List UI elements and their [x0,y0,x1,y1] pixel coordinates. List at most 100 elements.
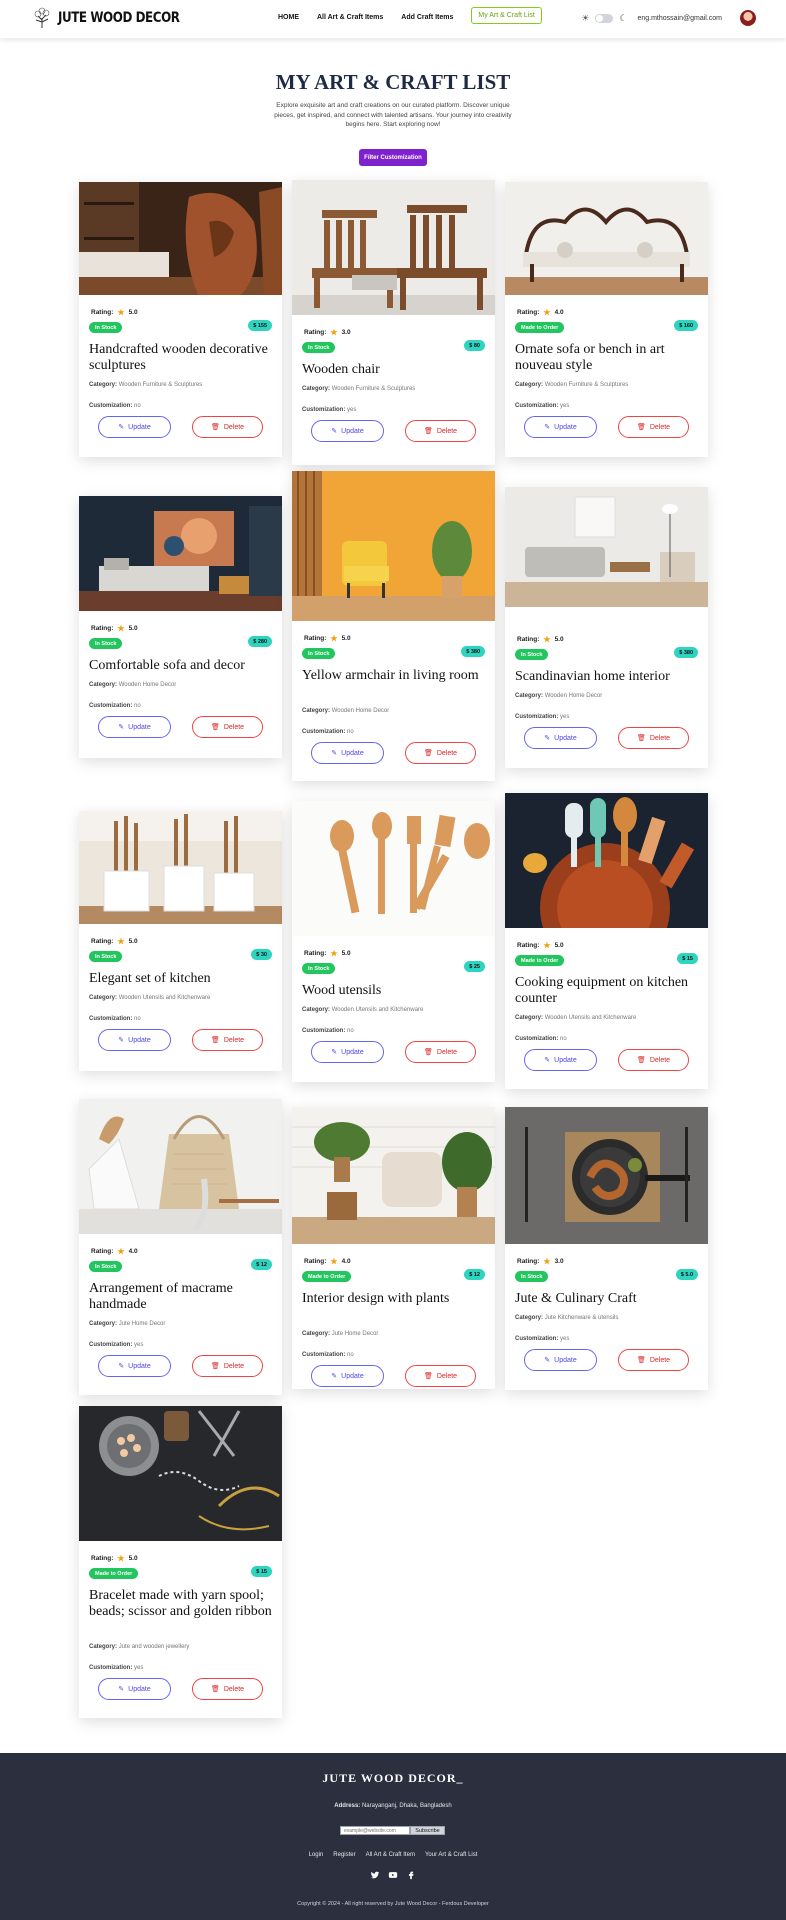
delete-button[interactable]: 🗑 Delete [405,1041,476,1063]
customization-label: Customization: [302,729,346,735]
card-title: Cooking equipment on kitchen counter [515,975,689,1006]
card-title: Arrangement of macrame handmade [89,1281,233,1312]
rating-value: 5.0 [128,625,138,632]
brand-logo[interactable]: JUTE WOOD DECOR [30,6,201,30]
rating-label: Rating: [517,636,540,643]
card-title: Handcrafted wooden decorative sculptures [89,342,268,373]
card-title: Ornate sofa or bench in art nouveau styl… [515,342,665,373]
update-button[interactable]: ✎ Update [98,1355,171,1377]
delete-button[interactable]: 🗑 Delete [618,1049,689,1071]
yellow-armchair-photo [292,471,495,621]
update-button[interactable]: ✎ Update [98,716,171,738]
update-button[interactable]: ✎ Update [524,416,597,438]
stock-status-badge: In Stock [89,951,123,962]
customization-line: Customization: no [515,1036,700,1042]
sculpture-photo [79,182,282,295]
update-button[interactable]: ✎ Update [524,1349,597,1371]
customization-label: Customization: [89,1665,133,1671]
star-icon: ★ [543,308,551,317]
category-label: Category: [89,1644,118,1650]
rating: Rating: ★ 5.0 [91,1554,138,1563]
stock-status-badge: In Stock [89,638,123,649]
footer-link-register[interactable]: Register [333,1852,355,1858]
nav-my-list[interactable]: My Art & Craft List [471,7,542,24]
star-icon: ★ [543,1257,551,1266]
category-line: Category: Wooden Furniture & Sculptures [515,382,700,388]
delete-button[interactable]: 🗑 Delete [192,416,263,438]
card-title: Elegant set of kitchen [89,971,211,986]
update-button[interactable]: ✎ Update [311,1041,384,1063]
nav-right: ☀ ☾ eng.mthossain@gmail.com [581,10,756,26]
update-button[interactable]: ✎ Update [98,1678,171,1700]
delete-label: Delete [223,423,245,431]
category-line: Category: Wooden Furniture & Sculptures [302,386,487,392]
category-line: Category: Jute and wooden jewellery [89,1644,274,1650]
craft-card: Rating: ★ 4.0 In Stock $ 12 Arrangement … [79,1099,282,1395]
page-description: Explore exquisite art and craft creation… [274,102,512,128]
category-value: Wooden Furniture & Sculptures [331,386,416,392]
footer-link-all-items[interactable]: All Art & Craft Item [366,1852,415,1858]
footer-brand: JUTE WOOD DECOR_ [322,1771,464,1785]
delete-button[interactable]: 🗑 Delete [192,1678,263,1700]
youtube-icon[interactable] [388,1870,398,1880]
rating-label: Rating: [304,329,327,336]
price-badge: $ 380 [674,647,698,658]
update-button[interactable]: ✎ Update [311,420,384,442]
nav-all-items[interactable]: All Art & Craft Items [317,14,383,21]
subscribe-button[interactable]: Subscribe [410,1826,445,1835]
theme-toggle[interactable] [595,13,614,23]
category-line: Category: Jute Home Decor [89,1321,274,1327]
price-badge: $ 80 [464,340,485,351]
footer-link-my-list[interactable]: Your Art & Craft List [425,1852,477,1858]
update-label: Update [128,1685,151,1693]
rating: Rating: ★ 5.0 [91,308,138,317]
sofa-bench-photo [505,182,708,295]
trash-icon: 🗑 [210,424,220,431]
update-button[interactable]: ✎ Update [524,727,597,749]
trash-icon: 🗑 [423,750,433,757]
footer-links: Login Register All Art & Craft Item Your… [0,1852,786,1858]
subscribe-email-input[interactable] [340,1826,410,1835]
craft-card: Rating: ★ 5.0 In Stock $ 30 Elegant set … [79,811,282,1071]
stock-status-badge: In Stock [89,1261,123,1272]
avatar[interactable] [740,10,756,26]
living-room-photo [79,496,282,611]
price-badge: $ 155 [248,320,272,331]
customization-line: Customization: yes [515,714,700,720]
rating-value: 4.0 [554,309,564,316]
update-button[interactable]: ✎ Update [98,416,171,438]
delete-button[interactable]: 🗑 Delete [618,416,689,438]
delete-button[interactable]: 🗑 Delete [192,1355,263,1377]
update-button[interactable]: ✎ Update [311,742,384,764]
facebook-icon[interactable] [406,1870,416,1880]
delete-button[interactable]: 🗑 Delete [192,1029,263,1051]
craft-card: Rating: ★ 5.0 Made to Order $ 15 Cooking… [505,793,708,1089]
customization-line: Customization: yes [515,1336,700,1342]
category-label: Category: [515,1315,544,1321]
nav-home[interactable]: HOME [278,14,299,21]
card-image [292,801,495,936]
filter-customization-button[interactable]: Filter Customization [359,149,427,166]
update-button[interactable]: ✎ Update [311,1365,384,1387]
delete-button[interactable]: 🗑 Delete [405,420,476,442]
price-badge: $ 12 [251,1259,272,1270]
trash-icon: 🗑 [210,1037,220,1044]
delete-button[interactable]: 🗑 Delete [405,1365,476,1387]
update-label: Update [128,423,151,431]
delete-button[interactable]: 🗑 Delete [405,742,476,764]
footer-link-login[interactable]: Login [309,1852,324,1858]
delete-label: Delete [436,1048,458,1056]
delete-button[interactable]: 🗑 Delete [618,1349,689,1371]
nav-add-item[interactable]: Add Craft Items [401,14,453,21]
card-image [79,811,282,924]
rating-value: 5.0 [128,309,138,316]
update-button[interactable]: ✎ Update [524,1049,597,1071]
twitter-icon[interactable] [370,1870,380,1880]
update-button[interactable]: ✎ Update [98,1029,171,1051]
craft-card: Rating: ★ 4.0 Made to Order $ 12 Interio… [292,1107,495,1389]
craft-card: Rating: ★ 4.0 Made to Order $ 160 Ornate… [505,182,708,457]
sun-icon: ☀ [581,12,590,23]
delete-button[interactable]: 🗑 Delete [192,716,263,738]
delete-button[interactable]: 🗑 Delete [618,727,689,749]
category-label: Category: [89,1321,118,1327]
